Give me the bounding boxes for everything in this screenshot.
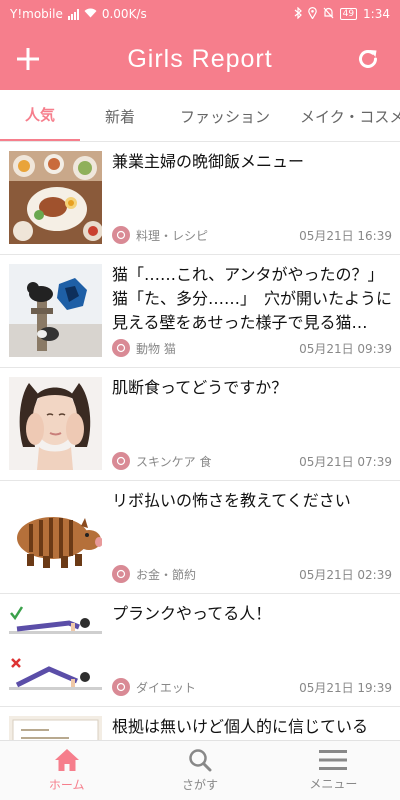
article-title: リボ払いの怖さを教えてください [112, 491, 351, 510]
app-title: Girls Report [127, 44, 273, 73]
mute-icon [323, 7, 334, 22]
article-title: 根拠は無いけど個人的に信じている [112, 717, 369, 736]
article-title: 兼業主婦の晩御飯メニュー [112, 152, 305, 171]
article-category: 料理・レシピ [136, 228, 209, 243]
refresh-icon [359, 49, 377, 68]
category-icon [112, 565, 130, 583]
category-icon [112, 339, 130, 357]
tab-fashion[interactable]: ファッション [160, 90, 290, 141]
search-icon [189, 749, 212, 772]
tab-new[interactable]: 新着 [80, 90, 160, 141]
wifi-icon [84, 7, 97, 21]
category-icon [112, 452, 130, 470]
article-meta: 料理・レシピ 05月21日 16:39 [112, 225, 392, 245]
bluetooth-icon [294, 6, 302, 22]
category-icon [112, 678, 130, 696]
article-date: 05月21日 07:39 [299, 454, 392, 469]
article-date: 05月21日 02:39 [299, 567, 392, 582]
location-icon [307, 6, 317, 22]
article-title: 肌断食ってどうですか？ [112, 378, 288, 397]
status-bar: Y!mobile 0.00K/s 49 1:34 [0, 0, 400, 28]
refresh-button[interactable] [350, 41, 386, 77]
home-icon [54, 749, 79, 771]
article-item[interactable]: 根拠は無いけど個人的に信じている [0, 707, 400, 740]
article-thumbnail [9, 716, 102, 740]
article-list: 兼業主婦の晩御飯メニュー 料理・レシピ 05月21日 16:39 猫「……これ、… [0, 142, 400, 740]
battery-icon: 49 [339, 8, 358, 20]
nav-home[interactable]: ホーム [0, 741, 133, 800]
article-item[interactable]: 猫「……これ、アンタがやったの？」猫「た、多分……」 穴が開いたように見える壁を… [0, 255, 400, 368]
article-thumbnail [9, 490, 102, 583]
tab-popular[interactable]: 人気 [0, 90, 80, 141]
article-meta: お金・節約 05月21日 02:39 [112, 564, 392, 584]
article-title: プランクやってる人！ [112, 604, 272, 623]
article-meta: ダイエット 05月21日 19:39 [112, 677, 392, 697]
article-item[interactable]: 肌断食ってどうですか？ スキンケア 食 05月21日 07:39 [0, 368, 400, 481]
nav-search[interactable]: さがす [133, 741, 266, 800]
article-thumbnail [9, 264, 102, 357]
nav-menu-label: メニュー [309, 777, 358, 791]
article-thumbnail [9, 603, 102, 696]
nav-home-label: ホーム [48, 778, 85, 792]
article-category: 動物 猫 [136, 341, 176, 356]
add-button[interactable] [10, 41, 46, 77]
article-item[interactable]: 兼業主婦の晩御飯メニュー 料理・レシピ 05月21日 16:39 [0, 142, 400, 255]
category-tabs: 人気 新着 ファッション メイク・コスメ [0, 90, 400, 142]
article-title: 猫「……これ、アンタがやったの？」猫「た、多分……」 穴が開いたように見える壁を… [112, 265, 392, 332]
signal-icon [67, 8, 79, 20]
nav-search-label: さがす [181, 778, 218, 792]
article-date: 05月21日 09:39 [299, 341, 392, 356]
article-meta: スキンケア 食 05月21日 07:39 [112, 451, 392, 471]
bottom-navigation: ホーム さがす メニュー [0, 740, 400, 800]
carrier-label: Y!mobile [10, 7, 63, 21]
article-thumbnail [9, 377, 102, 470]
article-thumbnail [9, 151, 102, 244]
network-speed: 0.00K/s [101, 7, 147, 21]
article-category: ダイエット [136, 680, 196, 695]
nav-menu[interactable]: メニュー [267, 741, 400, 800]
tab-makeup-cosme[interactable]: メイク・コスメ [290, 90, 400, 141]
clock: 1:34 [363, 7, 390, 21]
article-category: お金・節約 [136, 567, 197, 582]
category-icon [112, 226, 130, 244]
menu-icon [319, 750, 348, 770]
article-item[interactable]: リボ払いの怖さを教えてください お金・節約 05月21日 02:39 [0, 481, 400, 594]
article-date: 05月21日 19:39 [299, 680, 392, 695]
article-category: スキンケア 食 [136, 454, 212, 469]
plus-icon [17, 48, 39, 70]
article-meta: 動物 猫 05月21日 09:39 [112, 338, 392, 358]
app-bar: Girls Report [0, 28, 400, 90]
article-item[interactable]: プランクやってる人！ ダイエット 05月21日 19:39 [0, 594, 400, 707]
article-date: 05月21日 16:39 [299, 228, 392, 243]
